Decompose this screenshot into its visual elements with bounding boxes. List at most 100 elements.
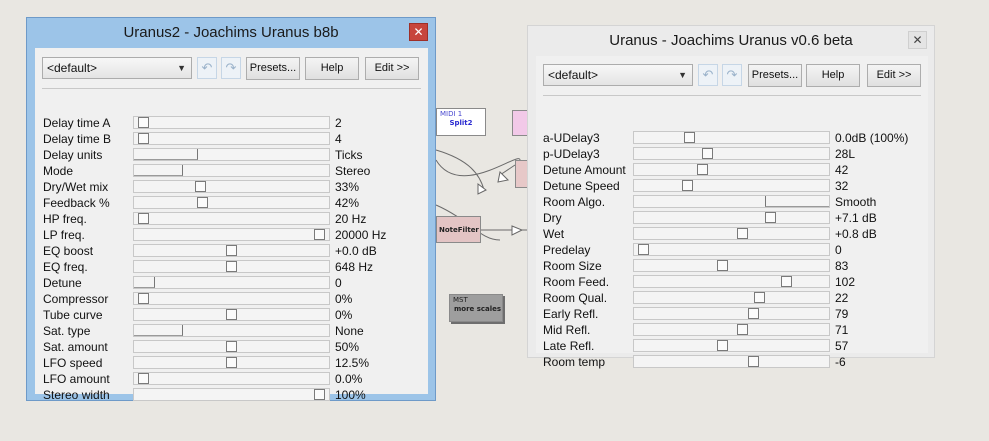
slider-thumb[interactable] — [748, 308, 759, 319]
presets-button[interactable]: Presets... — [246, 57, 300, 80]
slider-thumb[interactable] — [748, 356, 759, 367]
slider-thumb[interactable] — [737, 228, 748, 239]
slider-thumb[interactable] — [781, 276, 792, 287]
param-slider[interactable] — [633, 163, 830, 176]
close-button[interactable]: ✕ — [409, 23, 428, 41]
param-slider[interactable] — [633, 227, 830, 240]
param-row: Room Feed. 102 — [543, 274, 923, 290]
slider-thumb[interactable] — [697, 164, 708, 175]
param-value: 22 — [835, 291, 849, 305]
param-row: Room Size 83 — [543, 258, 923, 274]
slider-thumb[interactable] — [314, 389, 325, 400]
param-slider[interactable] — [133, 324, 330, 337]
param-slider[interactable] — [633, 195, 830, 208]
param-slider[interactable] — [633, 339, 830, 352]
slider-thumb[interactable] — [197, 197, 208, 208]
slider-thumb[interactable] — [754, 292, 765, 303]
param-slider[interactable] — [633, 211, 830, 224]
slider-thumb[interactable] — [682, 180, 693, 191]
slider-thumb[interactable] — [765, 212, 776, 223]
param-value: 102 — [835, 275, 856, 289]
notefilter-node[interactable]: NoteFilter — [436, 216, 481, 243]
edit-button[interactable]: Edit >> — [365, 57, 419, 80]
slider-thumb[interactable] — [702, 148, 713, 159]
slider-thumb[interactable] — [138, 117, 149, 128]
slider-thumb[interactable] — [138, 133, 149, 144]
slider-thumb[interactable] — [195, 181, 206, 192]
param-slider[interactable] — [633, 131, 830, 144]
param-slider[interactable] — [133, 244, 330, 257]
param-slider[interactable] — [133, 276, 330, 289]
param-slider[interactable] — [133, 180, 330, 193]
notefilter-node-label: NoteFilter — [439, 226, 479, 234]
param-slider[interactable] — [133, 340, 330, 353]
edit-button[interactable]: Edit >> — [867, 64, 921, 87]
param-slider[interactable] — [633, 243, 830, 256]
param-slider[interactable] — [133, 196, 330, 209]
more-scales-node[interactable]: MST more scales — [449, 294, 503, 322]
slider-thumb[interactable] — [638, 244, 649, 255]
param-slider[interactable] — [133, 308, 330, 321]
param-value: 648 Hz — [335, 260, 374, 274]
slider-thumb[interactable] — [314, 229, 325, 240]
param-slider[interactable] — [133, 356, 330, 369]
param-row: Tube curve 0% — [43, 307, 423, 323]
slider-thumb[interactable] — [226, 261, 237, 272]
help-button[interactable]: Help — [806, 64, 860, 87]
param-slider[interactable] — [633, 355, 830, 368]
slider-thumb[interactable] — [138, 373, 149, 384]
param-slider[interactable] — [633, 147, 830, 160]
param-slider[interactable] — [133, 388, 330, 401]
param-slider[interactable] — [133, 148, 330, 161]
param-slider[interactable] — [133, 132, 330, 145]
presets-button[interactable]: Presets... — [748, 64, 802, 87]
slider-thumb[interactable] — [717, 340, 728, 351]
uranus2-window[interactable]: Uranus2 - Joachims Uranus b8b ✕ <default… — [26, 17, 436, 402]
param-slider[interactable] — [633, 323, 830, 336]
param-slider[interactable] — [133, 292, 330, 305]
preset-combo[interactable]: <default> ▼ — [42, 57, 192, 79]
chevron-down-icon: ▼ — [177, 63, 186, 73]
param-row: Late Refl. 57 — [543, 338, 923, 354]
param-slider[interactable] — [133, 228, 330, 241]
param-slider[interactable] — [633, 259, 830, 272]
slider-fill — [134, 277, 155, 288]
undo-icon[interactable]: ↶ — [698, 64, 718, 86]
slider-thumb[interactable] — [717, 260, 728, 271]
redo-icon[interactable]: ↷ — [722, 64, 742, 86]
close-button[interactable]: ✕ — [908, 31, 927, 49]
param-value: 0 — [335, 276, 342, 290]
param-row: Delay time B 4 — [43, 131, 423, 147]
slider-thumb[interactable] — [226, 357, 237, 368]
param-slider[interactable] — [633, 291, 830, 304]
param-slider[interactable] — [633, 179, 830, 192]
window-title: Uranus - Joachims Uranus v0.6 beta — [609, 32, 853, 49]
plugin-panel: <default> ▼ ↶ ↷ Presets... Help Edit >> … — [35, 48, 428, 402]
param-slider[interactable] — [133, 372, 330, 385]
split-node[interactable]: MIDI 1 Split2 — [436, 108, 486, 136]
help-button[interactable]: Help — [305, 57, 359, 80]
param-value: 42% — [335, 196, 360, 210]
param-slider[interactable] — [633, 275, 830, 288]
param-row: EQ freq. 648 Hz — [43, 259, 423, 275]
param-row: Dry +7.1 dB — [543, 210, 923, 226]
undo-icon[interactable]: ↶ — [197, 57, 217, 79]
preset-combo[interactable]: <default> ▼ — [543, 64, 693, 86]
param-slider[interactable] — [133, 164, 330, 177]
slider-thumb[interactable] — [138, 293, 149, 304]
param-slider[interactable] — [133, 260, 330, 273]
slider-thumb[interactable] — [737, 324, 748, 335]
slider-thumb[interactable] — [138, 213, 149, 224]
param-label: Delay time A — [43, 116, 111, 130]
param-slider[interactable] — [633, 307, 830, 320]
param-slider[interactable] — [133, 116, 330, 129]
param-value: 79 — [835, 307, 849, 321]
slider-thumb[interactable] — [226, 341, 237, 352]
redo-icon[interactable]: ↷ — [221, 57, 241, 79]
uranus-window[interactable]: Uranus - Joachims Uranus v0.6 beta ✕ <de… — [527, 25, 935, 369]
slider-thumb[interactable] — [684, 132, 695, 143]
slider-thumb[interactable] — [226, 309, 237, 320]
param-slider[interactable] — [133, 212, 330, 225]
slider-thumb[interactable] — [226, 245, 237, 256]
param-row: Delay time A 2 — [43, 115, 423, 131]
